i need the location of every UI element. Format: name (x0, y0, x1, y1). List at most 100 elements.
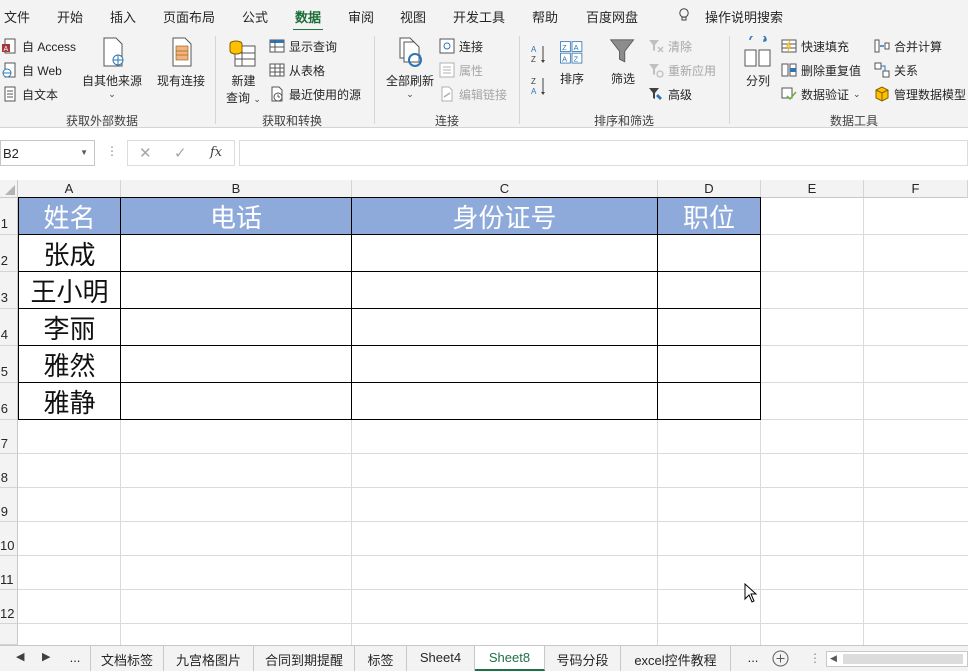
header-cell-name[interactable]: 姓名 (19, 198, 120, 234)
remove-duplicates-button[interactable]: 删除重复值 (781, 60, 861, 80)
sheet-tab[interactable]: Sheet4 (407, 646, 475, 671)
row-header-12[interactable]: 12 (0, 590, 18, 624)
advanced-filter-button[interactable]: 高级 (648, 84, 692, 104)
chevron-down-icon[interactable]: ▼ (80, 148, 88, 157)
consolidate-button[interactable]: 合并计算 (874, 36, 942, 56)
refresh-all-button[interactable]: 全部刷新 ⌄ (386, 36, 434, 100)
text-to-columns-button[interactable]: 分列 (742, 36, 774, 89)
insert-function-icon[interactable]: fx (210, 145, 222, 160)
row-header-1[interactable]: 1 (0, 198, 18, 235)
row-header-10[interactable]: 10 (0, 522, 18, 556)
sheet-tab-more-right[interactable]: ... (738, 646, 768, 671)
column-header-a[interactable]: A (18, 180, 121, 198)
cancel-icon[interactable]: ✕ (139, 144, 152, 162)
tab-home[interactable]: 开始 (57, 7, 83, 26)
row-header-3[interactable]: 3 (0, 272, 18, 309)
from-access-button[interactable]: A 自 Access (2, 36, 76, 56)
relationships-button[interactable]: 关系 (874, 60, 918, 80)
sheet-tab[interactable]: 合同到期提醒 (254, 646, 355, 671)
column-header-f[interactable]: F (864, 180, 968, 198)
other-sources-icon (103, 37, 124, 67)
sheet-tab-active[interactable]: Sheet8 (475, 646, 545, 671)
tab-file[interactable]: 文件 (4, 7, 30, 26)
sort-ascending-button[interactable]: AZ (531, 42, 547, 68)
properties-icon (439, 62, 455, 78)
new-query-button[interactable]: 新建 查询 ⌄ (226, 36, 261, 106)
tab-review[interactable]: 审阅 (348, 7, 374, 26)
row-header-2[interactable]: 2 (0, 235, 18, 272)
sheet-tab[interactable]: 标签 (355, 646, 407, 671)
sheet-tab[interactable]: 号码分段 (545, 646, 621, 671)
row-header-9[interactable]: 9 (0, 488, 18, 522)
column-header-d[interactable]: D (658, 180, 761, 198)
row-header-13[interactable] (0, 624, 18, 645)
group-label-connections: 连接 (435, 114, 460, 128)
name-box[interactable]: B2 ▼ (0, 140, 95, 166)
from-text-button[interactable]: 自文本 (2, 84, 58, 104)
connections-button[interactable]: 连接 (439, 36, 483, 56)
row-header-5[interactable]: 5 (0, 346, 18, 383)
tab-view[interactable]: 视图 (400, 7, 426, 26)
filter-button[interactable]: 筛选 (608, 38, 638, 87)
column-header-e[interactable]: E (761, 180, 864, 198)
other-sources-button[interactable]: 自其他来源 ⌄ (82, 36, 142, 100)
scroll-right-icon[interactable]: ▶ (42, 650, 50, 663)
header-cell-phone[interactable]: 电话 (121, 198, 351, 234)
from-table-button[interactable]: 从表格 (269, 60, 325, 80)
sheet-tab[interactable]: excel控件教程 (621, 646, 731, 671)
name-cell[interactable]: 雅静 (19, 383, 120, 419)
properties-button[interactable]: 属性 (439, 60, 483, 80)
from-web-button[interactable]: 自 Web (2, 60, 62, 80)
enter-icon[interactable]: ✓ (174, 144, 187, 162)
name-cell[interactable]: 张成 (19, 235, 120, 271)
flash-fill-button[interactable]: 快速填充 (781, 36, 849, 56)
formula-bar-resize-handle[interactable]: ⋮ (106, 144, 118, 158)
sheet-tab[interactable]: 九宫格图片 (164, 646, 254, 671)
row-header-6[interactable]: 6 (0, 383, 18, 420)
header-cell-position[interactable]: 职位 (658, 198, 760, 234)
scroll-left-arrow-icon[interactable]: ◀ (830, 653, 837, 664)
header-cell-id-number[interactable]: 身份证号 (352, 198, 657, 234)
data-validation-button[interactable]: 数据验证 ⌄ (781, 84, 861, 104)
reapply-button[interactable]: 重新应用 (648, 60, 716, 80)
name-cell[interactable]: 雅然 (19, 346, 120, 382)
name-cell[interactable]: 王小明 (19, 272, 120, 308)
group-separator (519, 36, 520, 124)
tab-developer[interactable]: 开发工具 (453, 7, 505, 26)
recent-sources-button[interactable]: 最近使用的源 (269, 84, 361, 104)
scrollbar-thumb[interactable] (843, 654, 963, 664)
gridline (18, 487, 968, 488)
clear-filter-button[interactable]: 清除 (648, 36, 692, 56)
tab-page-layout[interactable]: 页面布局 (163, 7, 215, 26)
table-border (18, 308, 761, 309)
horizontal-scrollbar[interactable]: ◀ (826, 651, 968, 667)
row-header-11[interactable]: 11 (0, 556, 18, 590)
name-cell[interactable]: 李丽 (19, 309, 120, 345)
formula-input[interactable] (239, 140, 968, 166)
tab-insert[interactable]: 插入 (110, 7, 136, 26)
sheet-tab[interactable]: 文档标签 (90, 646, 164, 671)
lightbulb-icon (679, 8, 689, 21)
tab-split-handle[interactable]: ⋮ (809, 651, 821, 665)
sort-descending-button[interactable]: ZA (531, 74, 547, 100)
column-header-c[interactable]: C (352, 180, 658, 198)
show-queries-button[interactable]: 显示查询 (269, 36, 337, 56)
column-header-b[interactable]: B (121, 180, 352, 198)
row-header-4[interactable]: 4 (0, 309, 18, 346)
tell-me-search[interactable]: 操作说明搜索 (705, 7, 783, 26)
select-all-corner[interactable] (0, 180, 18, 198)
tab-help[interactable]: 帮助 (532, 7, 558, 26)
tab-data[interactable]: 数据 (292, 7, 324, 32)
edit-links-button[interactable]: 编辑链接 (439, 84, 507, 104)
row-header-7[interactable]: 7 (0, 420, 18, 454)
row-header-8[interactable]: 8 (0, 454, 18, 488)
manage-data-model-button[interactable]: 管理数据模型 (874, 84, 966, 104)
tab-formulas[interactable]: 公式 (242, 7, 268, 26)
sort-button[interactable]: ZAAZ 排序 (557, 40, 587, 87)
sheet-tab-more-left[interactable]: ... (62, 646, 88, 671)
scroll-left-icon[interactable]: ◀ (16, 650, 24, 663)
add-sheet-icon[interactable] (772, 650, 789, 667)
tab-baidu-netdisk[interactable]: 百度网盘 (586, 7, 638, 26)
existing-connections-button[interactable]: 现有连接 (157, 36, 205, 89)
relationships-icon (874, 62, 890, 78)
